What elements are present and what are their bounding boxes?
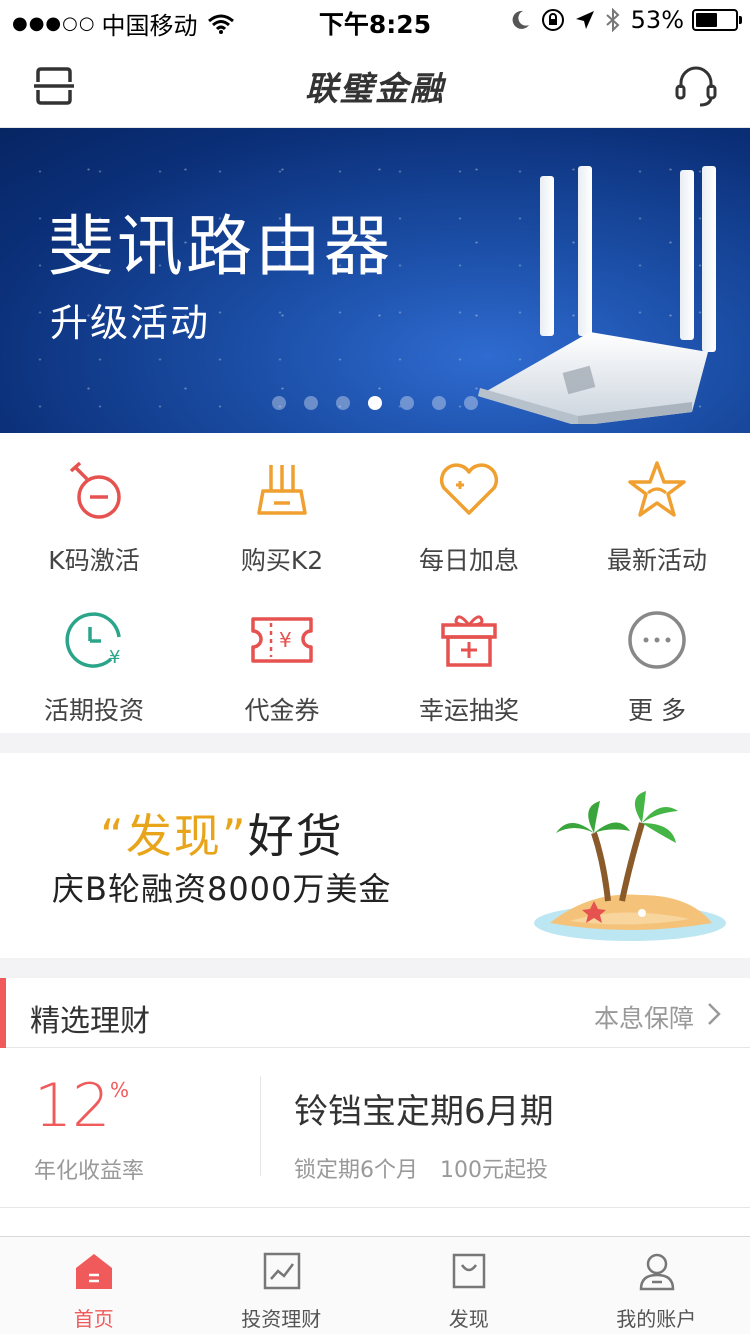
grid-item-label: 购买K2 <box>240 546 324 575</box>
clock-yen-icon: ¥ <box>65 612 121 668</box>
product-name: 铃铛宝定期6月期 <box>294 1092 554 1132</box>
chart-icon <box>263 1252 300 1290</box>
user-icon <box>639 1253 674 1291</box>
quick-entry-grid: K码激活 购买K2 每日加息 最新活动 ¥ 活期投资 ¥ 代金券 幸运抽奖 更 … <box>0 433 750 733</box>
discover-promo-card[interactable]: “发现”好货 庆B轮融资8000万美金 <box>0 753 750 958</box>
grid-item-label: 最新活动 <box>606 546 707 575</box>
pager-dot[interactable] <box>336 396 350 410</box>
tab-investment[interactable]: 投资理财 <box>188 1237 376 1334</box>
grid-item-more[interactable]: 更 多 <box>563 583 750 733</box>
tab-my-account[interactable]: 我的账户 <box>563 1237 750 1334</box>
promo-highlight: 发现 <box>125 809 222 863</box>
promo-headline: “发现”好货 <box>100 813 344 859</box>
tab-home[interactable]: 首页 <box>0 1237 188 1334</box>
list-continuation <box>0 1208 750 1236</box>
section-title: 精选理财 <box>30 1004 150 1039</box>
pager-dot[interactable] <box>464 396 478 410</box>
product-card[interactable]: 12 % 年化收益率 铃铛宝定期6月期 锁定期6个月 100元起投 <box>0 1048 750 1208</box>
grid-item-buy-k2[interactable]: 购买K2 <box>188 433 376 583</box>
grid-item-latest-events[interactable]: 最新活动 <box>563 433 750 583</box>
bluetooth-icon <box>605 8 620 32</box>
tab-label: 我的账户 <box>616 1307 697 1331</box>
banner-subtitle: 升级活动 <box>50 301 211 345</box>
svg-text:¥: ¥ <box>279 628 292 652</box>
tab-discover[interactable]: 发现 <box>375 1237 563 1334</box>
gift-icon <box>441 615 497 667</box>
router-icon <box>257 465 307 515</box>
tab-label: 首页 <box>73 1307 114 1331</box>
banner-title: 斐讯路由器 <box>48 208 393 285</box>
battery-percent: 53% <box>630 6 684 34</box>
promo-rest: 好货 <box>247 809 344 863</box>
pager-dot[interactable] <box>432 396 446 410</box>
status-bar: ●●●○○ 中国移动 下午8:25 53% <box>0 0 750 40</box>
grid-item-label: 每日加息 <box>418 546 519 575</box>
promo-subline: 庆B轮融资8000万美金 <box>52 870 392 908</box>
promo-open-quote: “ <box>100 809 126 863</box>
promo-close-quote: ” <box>221 809 248 863</box>
pager-dot[interactable] <box>400 396 414 410</box>
status-right: 53% <box>509 6 742 34</box>
customer-service-icon[interactable] <box>672 62 720 110</box>
grid-item-label: 代金券 <box>244 696 320 725</box>
tab-label: 投资理财 <box>241 1307 322 1331</box>
annual-rate-value: 12 <box>34 1071 111 1141</box>
section-guarantee-label: 本息保障 <box>593 1004 694 1033</box>
location-icon <box>575 11 594 29</box>
banner-pager[interactable] <box>0 396 750 410</box>
grid-item-label: 幸运抽奖 <box>418 696 519 725</box>
rotation-lock-icon <box>541 9 564 31</box>
grid-item-k-code[interactable]: K码激活 <box>0 433 188 583</box>
battery-icon <box>692 9 742 31</box>
bag-icon <box>452 1253 486 1289</box>
tab-label: 发现 <box>448 1307 489 1331</box>
heart-plus-icon <box>439 463 499 515</box>
coupon-icon: ¥ <box>251 617 313 663</box>
grid-item-daily-interest[interactable]: 每日加息 <box>375 433 563 583</box>
pager-dot[interactable] <box>304 396 318 410</box>
grid-item-label: 更 多 <box>628 696 686 725</box>
featured-section-header[interactable]: 精选理财 本息保障 <box>0 978 750 1048</box>
app-title: 联璧金融 <box>305 69 445 108</box>
annual-rate-label: 年化收益率 <box>34 1159 145 1184</box>
grid-item-label: 活期投资 <box>43 696 144 725</box>
moon-icon <box>512 10 529 29</box>
more-icon <box>628 611 686 669</box>
nav-bar: 联璧金融 <box>0 40 750 128</box>
tab-bar: 首页 投资理财 发现 我的账户 <box>0 1236 750 1334</box>
promo-banner[interactable]: 斐讯路由器 升级活动 <box>0 128 750 433</box>
home-icon <box>76 1254 112 1289</box>
grid-item-label: K码激活 <box>48 546 140 575</box>
section-accent-bar <box>0 978 6 1048</box>
stopwatch-minus-icon <box>69 461 121 519</box>
grid-item-voucher[interactable]: ¥ 代金券 <box>188 583 376 733</box>
pager-dot[interactable] <box>368 396 382 410</box>
island-illustration <box>534 791 726 941</box>
svg-text:¥: ¥ <box>109 647 120 668</box>
annual-rate-unit: % <box>110 1078 130 1102</box>
product-lock-term: 锁定期6个月 <box>294 1158 418 1183</box>
pager-dot[interactable] <box>272 396 286 410</box>
router-image <box>478 166 716 424</box>
star-icon <box>628 461 686 517</box>
grid-item-current-investment[interactable]: ¥ 活期投资 <box>0 583 188 733</box>
divider <box>260 1076 261 1176</box>
grid-item-lucky-draw[interactable]: 幸运抽奖 <box>375 583 563 733</box>
product-min-invest: 100元起投 <box>440 1158 548 1183</box>
chevron-right-icon <box>708 1003 721 1025</box>
